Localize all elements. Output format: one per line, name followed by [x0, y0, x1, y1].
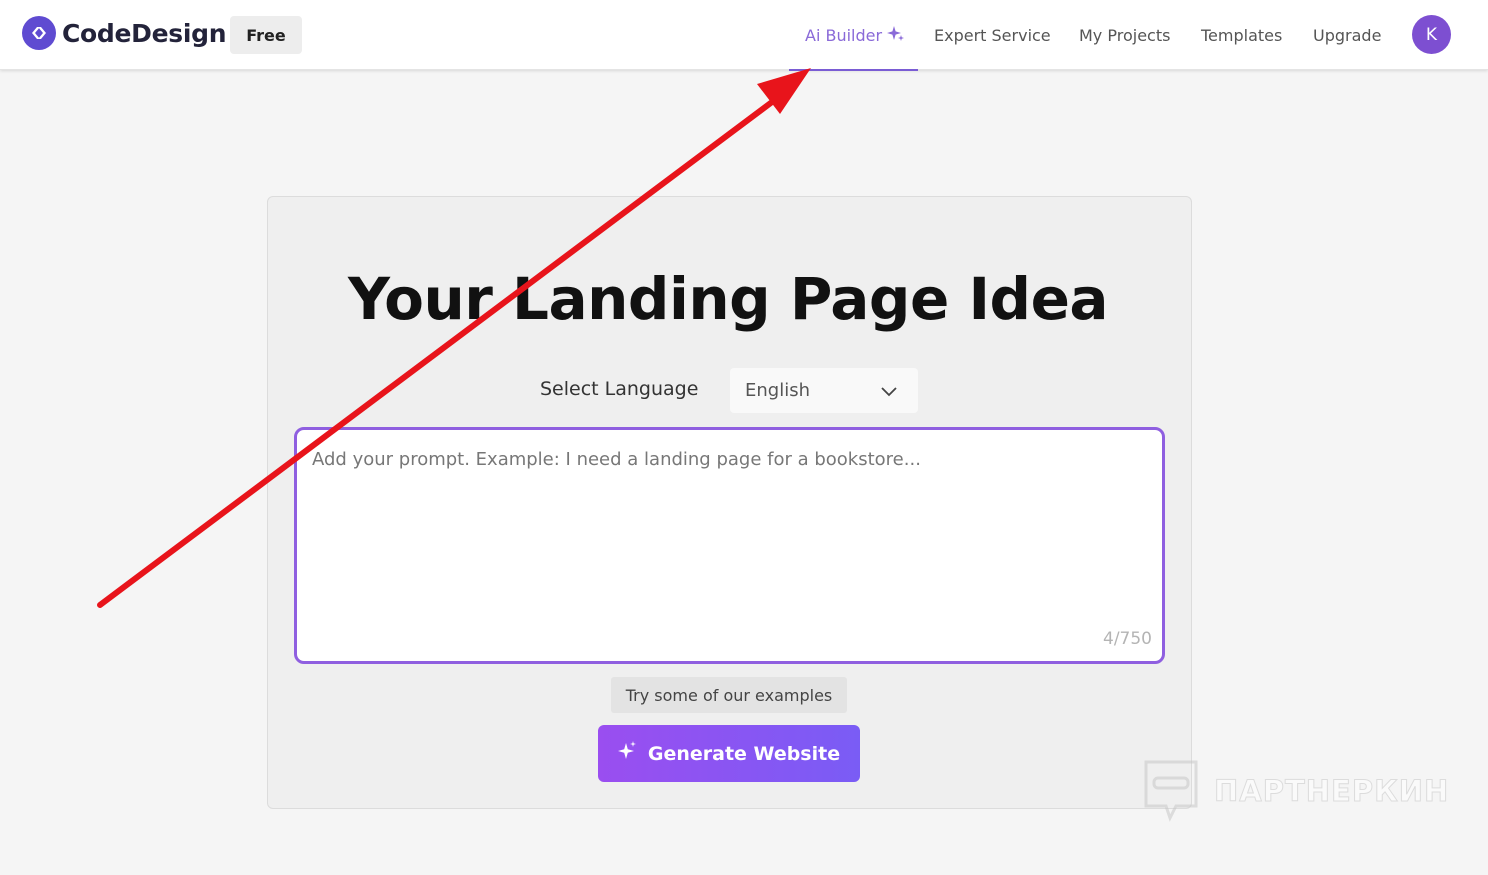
brand-logo[interactable]: CodeDesign	[22, 16, 227, 50]
nav-expert-service[interactable]: Expert Service	[934, 0, 1051, 70]
nav-label: Ai Builder	[805, 25, 883, 45]
page-title: Your Landing Page Idea	[347, 265, 1109, 333]
user-avatar[interactable]: K	[1412, 15, 1451, 54]
prompt-input[interactable]	[312, 444, 1132, 474]
chevron-down-icon	[880, 382, 898, 405]
nav-upgrade[interactable]: Upgrade	[1313, 0, 1381, 70]
sparkle-icon	[617, 741, 636, 766]
plan-badge[interactable]: Free	[230, 16, 302, 54]
nav-templates[interactable]: Templates	[1201, 0, 1282, 70]
sparkle-icon	[887, 25, 905, 46]
language-label: Select Language	[540, 378, 699, 400]
watermark: ПАРТНЕРКИН	[1142, 758, 1449, 824]
character-counter: 4/750	[1103, 629, 1152, 649]
watermark-text: ПАРТНЕРКИН	[1213, 774, 1450, 809]
prompt-textarea-container[interactable]: 4/750	[294, 427, 1165, 664]
watermark-logo-icon	[1144, 760, 1198, 822]
examples-button[interactable]: Try some of our examples	[611, 677, 847, 713]
codedesign-logo-icon	[22, 16, 56, 50]
brand-name: CodeDesign	[62, 18, 227, 48]
top-navigation-bar: CodeDesign Free Ai Builder Expert Servic…	[0, 0, 1488, 71]
generate-button-label: Generate Website	[647, 742, 841, 765]
nav-ai-builder[interactable]: Ai Builder	[788, 0, 919, 71]
language-value: English	[745, 380, 810, 401]
language-select[interactable]: English	[730, 368, 918, 413]
generate-website-button[interactable]: Generate Website	[598, 725, 860, 782]
nav-my-projects[interactable]: My Projects	[1079, 0, 1170, 70]
